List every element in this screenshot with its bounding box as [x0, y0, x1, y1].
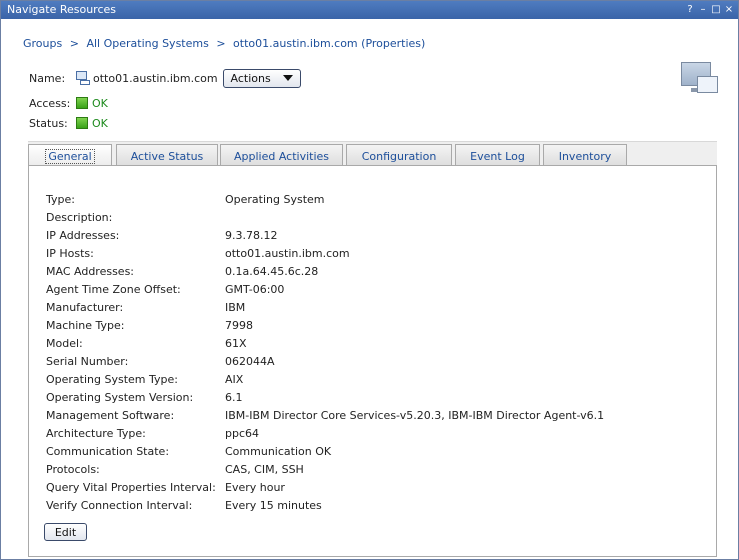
prop-value: ppc64 [225, 427, 260, 440]
prop-value: IBM [225, 301, 246, 314]
prop-label: IP Addresses: [46, 229, 120, 242]
resource-name-row: Name: otto01.austin.ibm.com Actions [29, 68, 301, 88]
tab-configuration[interactable]: Configuration [346, 144, 452, 167]
prop-value: IBM-IBM Director Core Services-v5.20.3, … [225, 409, 605, 422]
prop-label: Description: [46, 211, 113, 224]
access-label: Access: [29, 96, 71, 110]
prop-value: 61X [225, 337, 247, 350]
prop-value: 7998 [225, 319, 253, 332]
tab-bar: General Active Status Applied Activities… [28, 141, 717, 168]
prop-label: Manufacturer: [46, 301, 124, 314]
tab-active-status[interactable]: Active Status [116, 144, 218, 167]
breadcrumb-separator: > [216, 37, 226, 50]
breadcrumb: Groups > All Operating Systems > otto01.… [23, 37, 425, 50]
prop-value: 6.1 [225, 391, 243, 404]
tab-event-log[interactable]: Event Log [455, 144, 540, 167]
general-properties-panel: Type: Operating System Description: IP A… [28, 165, 717, 557]
window-titlebar: Navigate Resources ? – □ × [1, 1, 738, 19]
breadcrumb-current-properties: otto01.austin.ibm.com (Properties) [233, 37, 426, 50]
prop-label: Model: [46, 337, 83, 350]
minimize-icon[interactable]: – [698, 1, 708, 19]
prop-label: Query Vital Properties Interval: [46, 481, 216, 494]
status-label: Status: [29, 116, 68, 130]
prop-value: CAS, CIM, SSH [225, 463, 304, 476]
access-value[interactable]: OK [92, 97, 108, 110]
help-icon[interactable]: ? [685, 1, 695, 19]
prop-value: otto01.austin.ibm.com [225, 247, 350, 260]
maximize-icon[interactable]: □ [711, 1, 721, 19]
prop-value: GMT-06:00 [225, 283, 285, 296]
prop-label: Machine Type: [46, 319, 125, 332]
prop-value: Operating System [225, 193, 325, 206]
prop-label: Operating System Version: [46, 391, 194, 404]
prop-label: MAC Addresses: [46, 265, 135, 278]
status-value[interactable]: OK [92, 117, 108, 130]
prop-value: 0.1a.64.45.6c.28 [225, 265, 319, 278]
access-row: Access: OK [29, 96, 108, 110]
operating-system-icon [76, 71, 91, 85]
resource-name: otto01.austin.ibm.com [93, 71, 218, 85]
status-row: Status: OK [29, 116, 108, 130]
close-icon[interactable]: × [724, 1, 734, 19]
edit-button[interactable]: Edit [44, 523, 87, 541]
prop-label: Architecture Type: [46, 427, 146, 440]
prop-value: AIX [225, 373, 244, 386]
dropdown-arrow-icon [282, 75, 293, 81]
prop-label: Agent Time Zone Offset: [46, 283, 181, 296]
prop-value: Every 15 minutes [225, 499, 322, 512]
window-title: Navigate Resources [7, 3, 117, 16]
prop-value: Every hour [225, 481, 285, 494]
prop-label: Type: [46, 193, 75, 206]
actions-label: Actions [230, 71, 271, 85]
tab-applied-activities[interactable]: Applied Activities [220, 144, 343, 167]
breadcrumb-separator: > [69, 37, 79, 50]
prop-label: Management Software: [46, 409, 175, 422]
prop-value: 9.3.78.12 [225, 229, 278, 242]
system-monitor-icon [681, 62, 719, 96]
window-controls: ? – □ × [685, 1, 734, 19]
name-label: Name: [29, 71, 66, 85]
actions-button[interactable]: Actions [222, 68, 301, 88]
breadcrumb-groups[interactable]: Groups [23, 37, 62, 50]
breadcrumb-all-operating-systems[interactable]: All Operating Systems [86, 37, 208, 50]
prop-label: Verify Connection Interval: [46, 499, 193, 512]
prop-label: Operating System Type: [46, 373, 178, 386]
status-ok-icon [76, 117, 88, 129]
prop-label: IP Hosts: [46, 247, 94, 260]
navigate-resources-window: Navigate Resources ? – □ × Groups > All … [0, 0, 739, 560]
prop-value: Communication OK [225, 445, 332, 458]
prop-value: 062044A [225, 355, 275, 368]
prop-label: Serial Number: [46, 355, 129, 368]
prop-label: Protocols: [46, 463, 100, 476]
access-ok-icon [76, 97, 88, 109]
tab-inventory[interactable]: Inventory [543, 144, 627, 167]
prop-label: Communication State: [46, 445, 170, 458]
